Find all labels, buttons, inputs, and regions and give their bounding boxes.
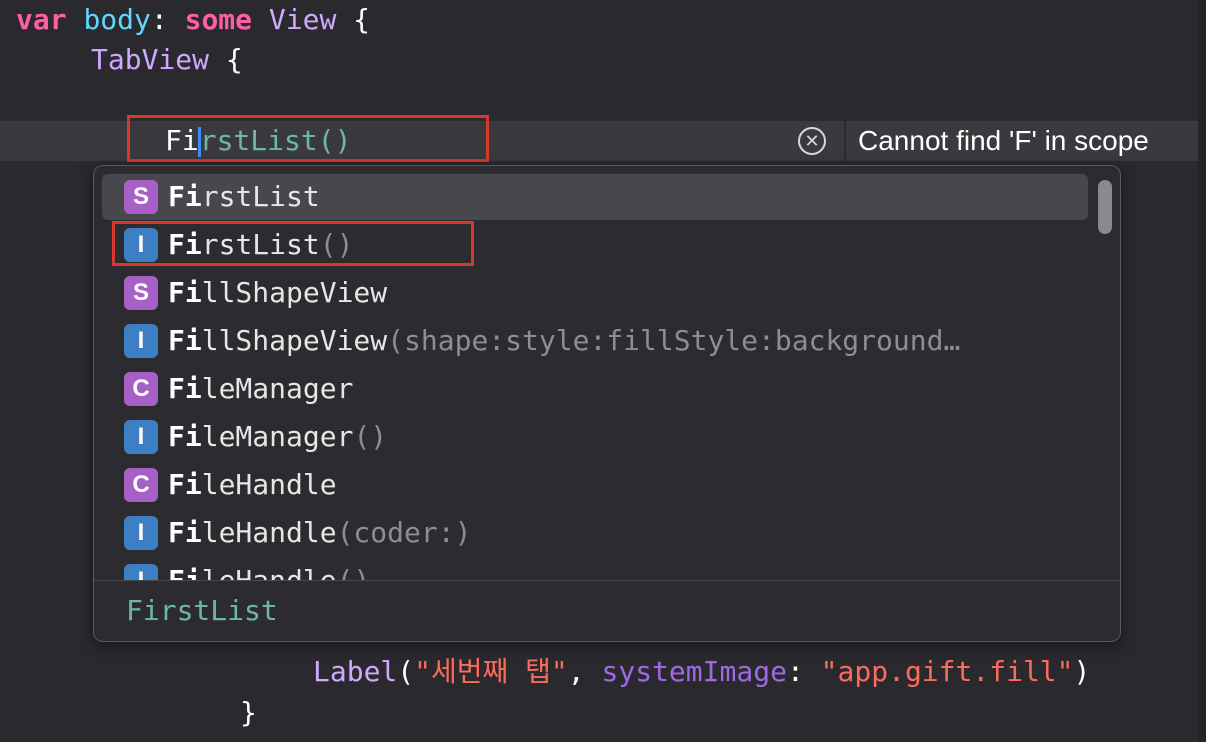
annotation-box-initializer-item: [112, 221, 474, 266]
popup-scrollbar-thumb[interactable]: [1098, 180, 1112, 234]
code-line-tabview: TabView {: [91, 40, 243, 80]
completion-match: Fi: [168, 420, 202, 453]
completion-rest: llShapeView: [201, 276, 388, 309]
completion-match: Fi: [168, 372, 202, 405]
completion-rest: leHandle: [202, 558, 337, 580]
completion-item[interactable]: I Fi llShapeView (shape:style:fillStyle:bac…: [102, 318, 1088, 364]
completion-item[interactable]: I FileHandle(): [102, 558, 1088, 580]
type-view: View: [268, 3, 337, 36]
completion-item[interactable]: S Fi llShapeView: [102, 270, 1088, 316]
completion-match: Fi: [168, 276, 202, 309]
colon: :: [150, 3, 185, 36]
call-label: Label: [313, 655, 398, 688]
completion-rest: leManager: [201, 372, 354, 405]
completion-item[interactable]: S Fi rstList: [102, 174, 1088, 220]
string-image: "app.gift.fill": [820, 655, 1074, 688]
error-message: Cannot find 'F' in scope: [858, 125, 1149, 156]
error-banner[interactable]: ✕ Cannot find 'F' in scope: [780, 121, 1198, 161]
identifier-body: body: [83, 3, 151, 36]
code-line-label: Label("세번째 탭", systemImage: "app.gift.fi…: [313, 652, 1090, 692]
open-paren: (: [397, 655, 415, 688]
completion-item[interactable]: I Fi leManager(): [102, 414, 1088, 460]
completion-item[interactable]: C Fi leHandle: [102, 462, 1088, 508]
error-icon-container: ✕: [780, 121, 846, 161]
completion-match: Fi: [168, 558, 202, 580]
popup-divider: [94, 580, 1120, 581]
struct-badge-icon: S: [124, 276, 158, 310]
initializer-badge-icon: I: [124, 564, 158, 580]
completion-rest: llShapeView: [201, 324, 388, 357]
argument-label: systemImage: [601, 655, 787, 688]
completion-params: (): [353, 420, 388, 453]
error-x-circle-icon[interactable]: ✕: [798, 127, 826, 155]
open-brace: {: [336, 3, 371, 36]
completion-detail: FirstList: [126, 594, 278, 627]
open-brace: {: [209, 43, 243, 76]
completion-params: (coder:): [336, 516, 472, 549]
class-badge-icon: C: [124, 372, 158, 406]
completion-match: Fi: [168, 516, 202, 549]
type-tabview: TabView: [91, 43, 210, 76]
code-line-body: var body: some View {: [16, 0, 370, 40]
arg-colon: :: [786, 655, 821, 688]
completion-match: Fi: [168, 324, 202, 357]
completion-item[interactable]: I Fi leHandle (coder:): [102, 510, 1088, 556]
keyword-some: some: [184, 3, 253, 36]
completion-rest: leHandle: [201, 516, 337, 549]
initializer-badge-icon: I: [124, 420, 158, 454]
completion-params: (shape:style:fillStyle:background…: [387, 324, 961, 357]
completion-rest: leHandle: [201, 468, 337, 501]
initializer-badge-icon: I: [124, 516, 158, 550]
close-brace: }: [240, 696, 257, 729]
completion-match: Fi: [168, 468, 202, 501]
initializer-badge-icon: I: [124, 324, 158, 358]
class-badge-icon: C: [124, 468, 158, 502]
editor-right-edge: [1198, 0, 1206, 742]
completion-params: (): [337, 558, 371, 580]
struct-badge-icon: S: [124, 180, 158, 214]
code-line-close-brace: }: [240, 693, 257, 733]
keyword-var: var: [16, 3, 67, 36]
annotation-box-current-line: [127, 115, 489, 162]
completion-item[interactable]: C Fi leManager: [102, 366, 1088, 412]
string-title: "세번째 탭": [414, 655, 568, 688]
comma: ,: [567, 655, 602, 688]
completion-rest: rstList: [201, 180, 320, 213]
completion-rest: leManager: [201, 420, 354, 453]
completion-match: Fi: [168, 180, 202, 213]
close-paren: ): [1073, 655, 1091, 688]
